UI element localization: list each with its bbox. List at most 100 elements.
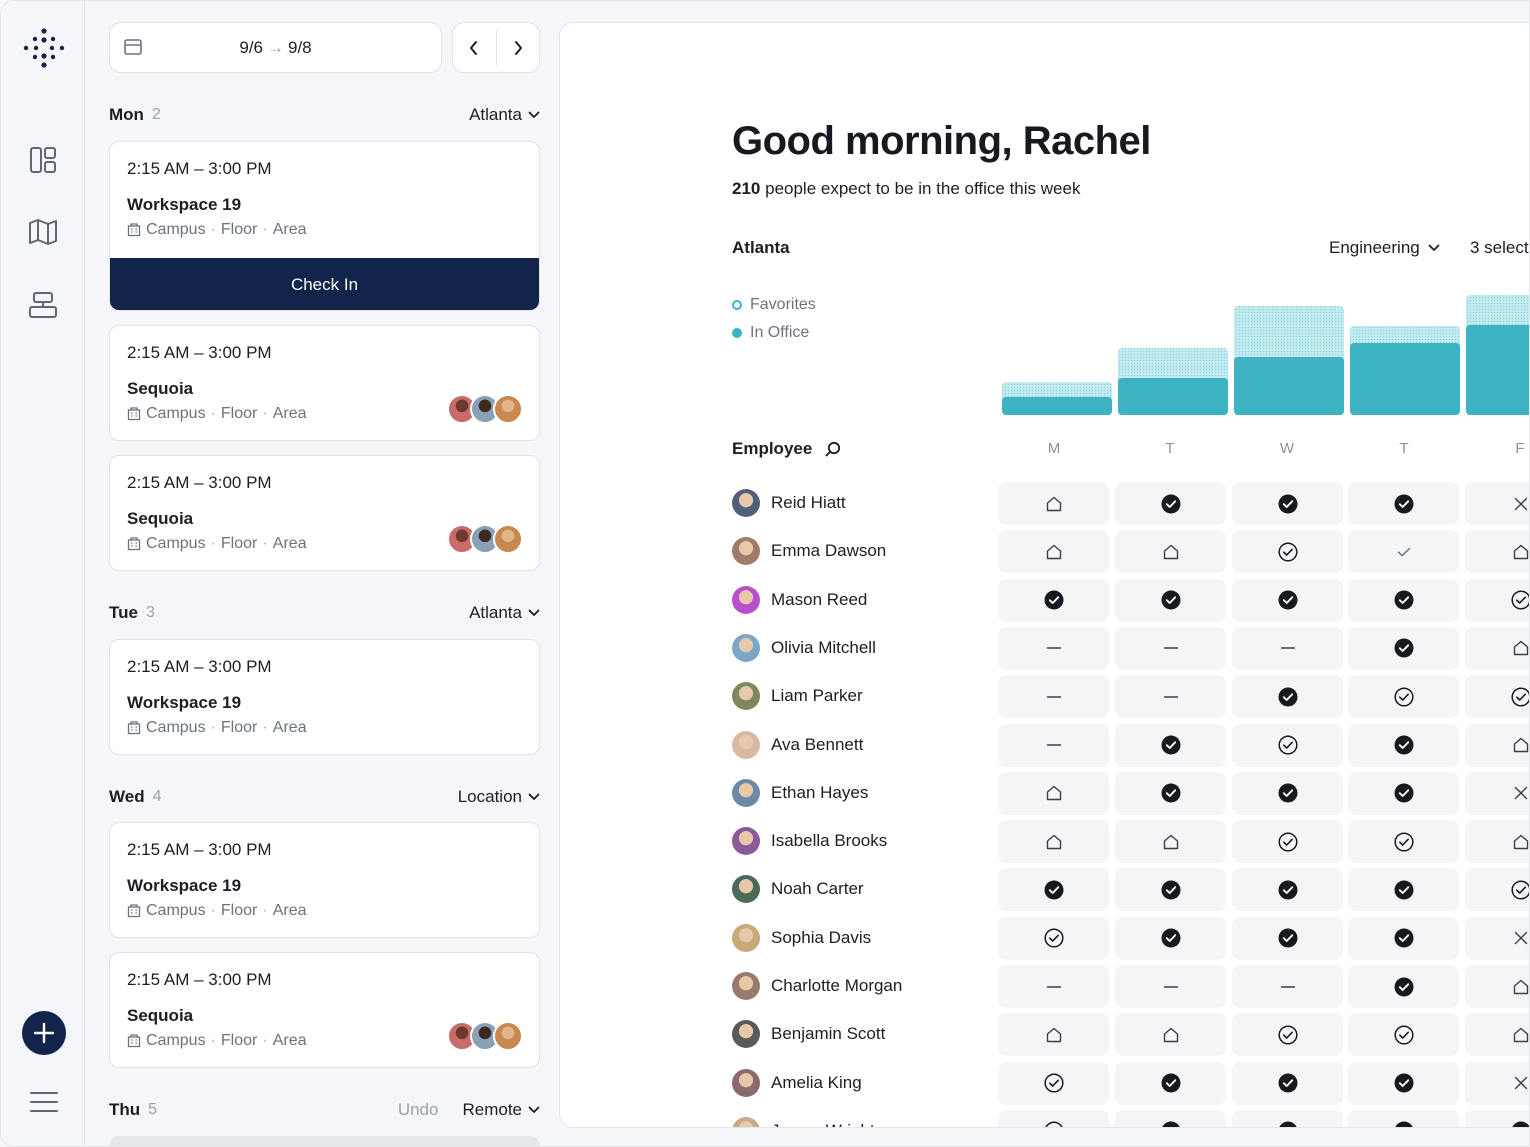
attendance-cell[interactable]: [1348, 675, 1459, 719]
booking-card[interactable]: 2:15 AM – 3:00 PM Workspace 19 Campus · Fl…: [109, 141, 540, 311]
desk-layout-icon[interactable]: [23, 285, 63, 325]
attendance-cell[interactable]: [1115, 965, 1226, 1008]
attendance-cell[interactable]: [1465, 1013, 1529, 1057]
attendance-cell[interactable]: [1348, 1109, 1459, 1127]
attendance-cell[interactable]: [998, 1061, 1109, 1105]
attendance-cell[interactable]: [1348, 916, 1459, 960]
attendance-cell[interactable]: [1348, 965, 1459, 1008]
attendance-cell[interactable]: [1348, 771, 1459, 815]
attendance-cell[interactable]: [1232, 771, 1343, 815]
department-dropdown[interactable]: Engineering: [1329, 238, 1440, 258]
booking-card[interactable]: 2:15 AM – 3:00 PM Sequoia Campus · Floor · A…: [109, 325, 540, 441]
attendance-cell[interactable]: [998, 1013, 1109, 1057]
attendance-cell[interactable]: [1115, 675, 1226, 719]
attendance-cell[interactable]: [1465, 1061, 1529, 1105]
attendance-cell[interactable]: [1465, 675, 1529, 719]
attendance-cell[interactable]: [1465, 1109, 1529, 1127]
date-range-picker[interactable]: 9/6 → 9/8: [109, 22, 442, 73]
attendance-cell[interactable]: [1115, 868, 1226, 912]
attendance-cell[interactable]: [1115, 482, 1226, 525]
next-week-button[interactable]: [497, 23, 540, 72]
attendance-cell[interactable]: [1348, 626, 1459, 670]
attendance-cell[interactable]: [1232, 820, 1343, 864]
attendance-cell[interactable]: [1232, 578, 1343, 622]
table-row[interactable]: Ethan Hayes: [560, 771, 1529, 816]
attendance-cell[interactable]: [1348, 723, 1459, 767]
check-in-button[interactable]: Check In: [110, 258, 539, 310]
attendance-cell[interactable]: [998, 482, 1109, 525]
attendance-cell[interactable]: [998, 675, 1109, 719]
attendance-cell[interactable]: [1348, 530, 1459, 574]
attendance-cell[interactable]: [998, 626, 1109, 670]
search-icon[interactable]: [824, 440, 842, 458]
table-row[interactable]: Benjamin Scott: [560, 1013, 1529, 1057]
attendee-avatars[interactable]: [447, 524, 523, 554]
table-row[interactable]: Ava Bennett: [560, 723, 1529, 768]
attendance-cell[interactable]: [1348, 820, 1459, 864]
attendance-cell[interactable]: [1115, 820, 1226, 864]
attendance-cell[interactable]: [1232, 482, 1343, 525]
location-dropdown[interactable]: Atlanta: [469, 105, 540, 125]
attendance-cell[interactable]: [998, 965, 1109, 1008]
attendance-cell[interactable]: [998, 868, 1109, 912]
attendance-cell[interactable]: [998, 530, 1109, 574]
location-dropdown[interactable]: Location: [458, 787, 540, 807]
attendance-cell[interactable]: [1115, 1061, 1226, 1105]
table-row[interactable]: Charlotte Morgan: [560, 965, 1529, 1009]
attendance-cell[interactable]: [1348, 868, 1459, 912]
booking-card[interactable]: 2:15 AM – 3:00 PM Workspace 19 Campus · Fl…: [109, 822, 540, 938]
map-icon[interactable]: [23, 212, 63, 252]
attendance-cell[interactable]: [1465, 820, 1529, 864]
attendance-cell[interactable]: [1115, 530, 1226, 574]
booking-card[interactable]: [109, 1136, 540, 1146]
attendance-cell[interactable]: [1348, 482, 1459, 525]
attendance-cell[interactable]: [1232, 1109, 1343, 1127]
attendance-cell[interactable]: [1115, 626, 1226, 670]
table-row[interactable]: James Wright: [560, 1109, 1529, 1127]
selection-dropdown[interactable]: 3 select: [1470, 238, 1529, 258]
attendance-cell[interactable]: [1465, 530, 1529, 574]
attendance-cell[interactable]: [1232, 1013, 1343, 1057]
booking-card[interactable]: 2:15 AM – 3:00 PM Sequoia Campus · Floor · A…: [109, 952, 540, 1068]
attendance-cell[interactable]: [1232, 626, 1343, 670]
attendee-avatars[interactable]: [447, 394, 523, 424]
table-row[interactable]: Emma Dawson: [560, 530, 1529, 574]
attendance-cell[interactable]: [998, 578, 1109, 622]
attendance-cell[interactable]: [1465, 578, 1529, 622]
attendance-cell[interactable]: [1115, 771, 1226, 815]
table-row[interactable]: Mason Reed: [560, 578, 1529, 623]
attendance-cell[interactable]: [1232, 916, 1343, 960]
attendance-cell[interactable]: [998, 916, 1109, 960]
attendance-cell[interactable]: [998, 771, 1109, 815]
attendance-cell[interactable]: [1465, 771, 1529, 815]
attendance-cell[interactable]: [1232, 965, 1343, 1008]
attendance-cell[interactable]: [1465, 723, 1529, 767]
attendance-cell[interactable]: [1465, 916, 1529, 960]
table-row[interactable]: Olivia Mitchell: [560, 626, 1529, 671]
attendance-cell[interactable]: [1232, 530, 1343, 574]
attendance-cell[interactable]: [1232, 723, 1343, 767]
table-row[interactable]: Liam Parker: [560, 675, 1529, 719]
attendee-avatars[interactable]: [447, 1021, 523, 1051]
attendance-cell[interactable]: [1115, 916, 1226, 960]
undo-button[interactable]: Undo: [398, 1100, 439, 1120]
attendance-cell[interactable]: [998, 723, 1109, 767]
add-booking-button[interactable]: [22, 1011, 66, 1055]
previous-week-button[interactable]: [453, 23, 496, 72]
hamburger-menu-icon[interactable]: [29, 1089, 59, 1115]
attendance-cell[interactable]: [1115, 578, 1226, 622]
attendance-cell[interactable]: [1115, 1109, 1226, 1127]
attendance-cell[interactable]: [1465, 482, 1529, 525]
table-row[interactable]: Amelia King: [560, 1061, 1529, 1106]
dashboard-icon[interactable]: [23, 140, 63, 180]
attendance-cell[interactable]: [1348, 578, 1459, 622]
attendance-cell[interactable]: [1115, 1013, 1226, 1057]
table-row[interactable]: Noah Carter: [560, 868, 1529, 912]
attendance-cell[interactable]: [1232, 868, 1343, 912]
attendance-cell[interactable]: [1465, 965, 1529, 1008]
booking-card[interactable]: 2:15 AM – 3:00 PM Workspace 19 Campus · Fl…: [109, 639, 540, 755]
attendance-cell[interactable]: [998, 1109, 1109, 1127]
attendance-cell[interactable]: [998, 820, 1109, 864]
attendance-cell[interactable]: [1115, 723, 1226, 767]
logo-icon[interactable]: [21, 25, 67, 71]
